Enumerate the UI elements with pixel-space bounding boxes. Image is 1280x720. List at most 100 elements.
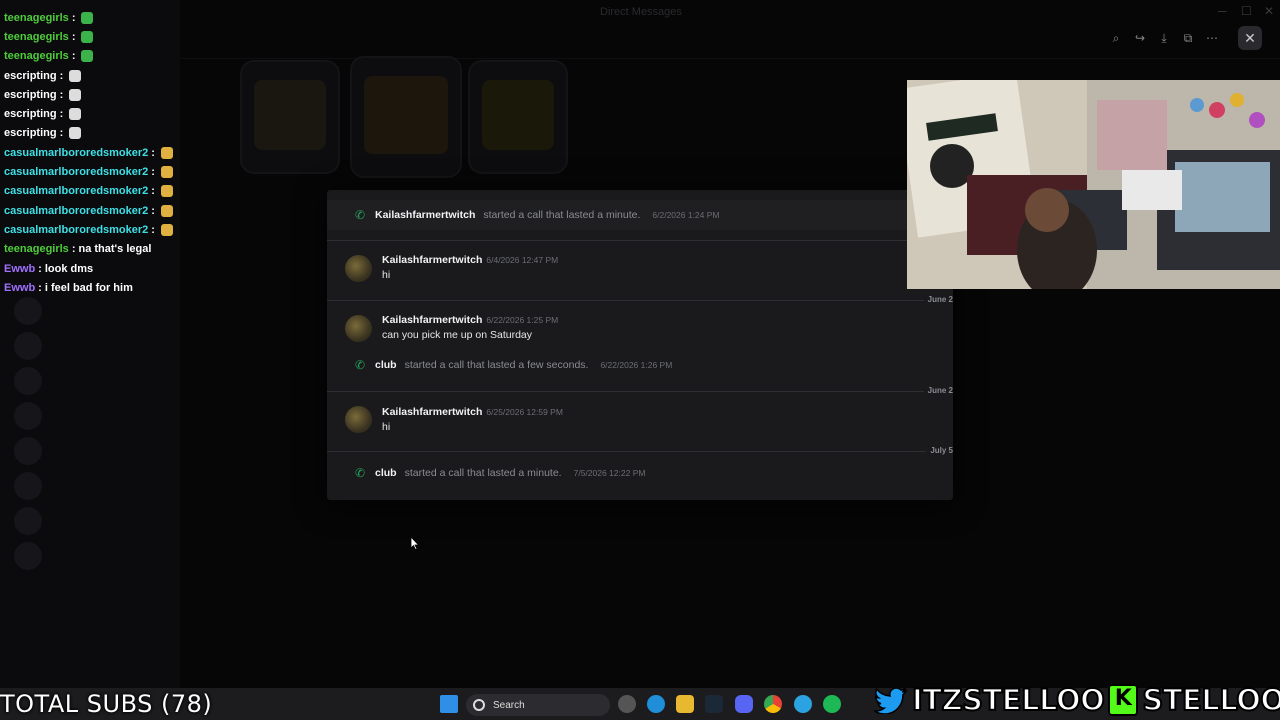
chat-username[interactable]: casualmarlbororedsmoker2 [4, 185, 148, 197]
guild-icon[interactable] [14, 332, 42, 360]
chat-message: teenagegirls: [4, 47, 324, 66]
viewer-toolbar: ⌕ ↪ ⤓ ⧉ ⋯ [1108, 28, 1228, 48]
chat-username[interactable]: Ewwb [4, 263, 35, 275]
face-emote-icon [160, 166, 173, 179]
call-text: started a call that lasted a minute. [404, 467, 562, 479]
face-emote-icon [160, 223, 173, 236]
timestamp: 6/22/2026 1:26 PM [600, 360, 673, 370]
chat-message: escripting: [4, 66, 324, 85]
taskbar-search[interactable]: Search [466, 694, 610, 716]
chat-separator: : [71, 243, 76, 256]
profile-badge [468, 60, 568, 174]
more-icon[interactable]: ⋯ [1204, 30, 1220, 46]
avatar[interactable] [345, 315, 372, 342]
chat-separator: : [59, 69, 64, 82]
chat-separator: : [151, 166, 155, 179]
chat-username[interactable]: teenagegirls [4, 31, 69, 43]
date-divider-label: July 5 [926, 446, 953, 455]
date-divider [327, 451, 937, 452]
edge-icon[interactable] [647, 695, 665, 713]
call-log-entry: ✆ Kailashfarmertwitch started a call tha… [353, 207, 720, 223]
spotify-icon[interactable] [823, 695, 841, 713]
chat-username[interactable]: teenagegirls [4, 243, 69, 255]
window-close-icon[interactable]: ✕ [1264, 4, 1274, 18]
telegram-icon[interactable] [794, 695, 812, 713]
chat-username[interactable]: escripting [4, 89, 57, 101]
guild-icon[interactable] [14, 367, 42, 395]
call-user[interactable]: club [375, 467, 397, 479]
date-divider [327, 300, 937, 301]
skull-emote-icon [69, 108, 82, 121]
search-icon [473, 699, 485, 711]
green-emote-icon [81, 30, 94, 43]
chat-message: escripting: [4, 104, 324, 123]
social-handles: ITZSTELLOO K STELLOOO [874, 682, 1280, 718]
guild-icon[interactable] [14, 542, 42, 570]
close-viewer-button[interactable]: ✕ [1238, 26, 1262, 50]
green-emote-icon [81, 50, 94, 63]
guild-icon[interactable] [14, 472, 42, 500]
avatar[interactable] [345, 406, 372, 433]
face-emote-icon [160, 204, 173, 217]
file-explorer-icon[interactable] [676, 695, 694, 713]
chat-username[interactable]: casualmarlbororedsmoker2 [4, 224, 148, 236]
chat-username[interactable]: casualmarlbororedsmoker2 [4, 147, 148, 159]
phone-icon: ✆ [354, 208, 366, 222]
guild-icon[interactable] [14, 507, 42, 535]
chat-username[interactable]: Ewwb [4, 282, 35, 294]
obs-icon[interactable] [618, 695, 636, 713]
message-body: hi [382, 421, 391, 433]
windows-start-icon[interactable] [440, 695, 458, 713]
discord-icon[interactable] [735, 695, 753, 713]
download-icon[interactable]: ⤓ [1156, 30, 1172, 46]
profile-badge [350, 56, 462, 178]
maximize-icon[interactable]: ☐ [1241, 4, 1252, 18]
guild-icon[interactable] [14, 297, 42, 325]
steam-icon[interactable] [705, 695, 723, 713]
chat-username[interactable]: casualmarlbororedsmoker2 [4, 205, 148, 217]
phone-icon: ✆ [354, 466, 366, 480]
call-log-entry: ✆ club started a call that lasted a few … [353, 357, 672, 373]
chrome-icon[interactable] [764, 695, 782, 713]
open-external-icon[interactable]: ⧉ [1180, 30, 1196, 46]
skull-emote-icon [69, 69, 82, 82]
chat-separator: : [38, 262, 42, 275]
divider [327, 240, 937, 241]
chat-message: teenagegirls: [4, 27, 324, 46]
message-body: can you pick me up on Saturday [382, 329, 533, 341]
chat-username[interactable]: escripting [4, 108, 57, 120]
date-divider-label: June 2 [923, 295, 953, 304]
guild-icon[interactable] [14, 402, 42, 430]
total-subs-counter: TOTAL SUBS (78) [0, 690, 213, 718]
message-author[interactable]: Kailashfarmertwitch [382, 254, 482, 266]
chat-separator: : [151, 223, 155, 236]
green-emote-icon [81, 11, 94, 24]
call-user[interactable]: Kailashfarmertwitch [375, 209, 475, 221]
call-text: started a call that lasted a few seconds… [404, 359, 589, 371]
stream-chat-overlay: teenagegirls: teenagegirls: teenagegirls: e… [4, 8, 324, 297]
guild-icon[interactable] [14, 437, 42, 465]
avatar[interactable] [345, 255, 372, 282]
chat-separator: : [38, 281, 42, 294]
chat-username[interactable]: casualmarlbororedsmoker2 [4, 166, 148, 178]
forward-icon[interactable]: ↪ [1132, 30, 1148, 46]
timestamp: 6/25/2026 12:59 PM [486, 407, 563, 417]
chat-username[interactable]: escripting [4, 127, 57, 139]
call-user[interactable]: club [375, 359, 397, 371]
timestamp: 7/5/2026 12:22 PM [573, 468, 646, 478]
message-header: Kailashfarmertwitch 6/22/2026 1:25 PM [382, 314, 558, 326]
chat-username[interactable]: teenagegirls [4, 12, 69, 24]
chat-username[interactable]: teenagegirls [4, 50, 69, 62]
chat-username[interactable]: escripting [4, 70, 57, 82]
twitter-icon [874, 686, 908, 714]
webcam-feed [907, 80, 1280, 289]
chat-message: escripting: [4, 124, 324, 143]
chat-message: casualmarlbororedsmoker2: [4, 143, 324, 162]
minimize-icon[interactable]: ─ [1218, 4, 1227, 18]
close-icon: ✕ [1244, 30, 1256, 46]
message-header: Kailashfarmertwitch 6/4/2026 12:47 PM [382, 254, 558, 266]
message-author[interactable]: Kailashfarmertwitch [382, 314, 482, 326]
message-author[interactable]: Kailashfarmertwitch [382, 406, 482, 418]
zoom-icon[interactable]: ⌕ [1108, 30, 1124, 46]
message-body: hi [382, 269, 391, 281]
